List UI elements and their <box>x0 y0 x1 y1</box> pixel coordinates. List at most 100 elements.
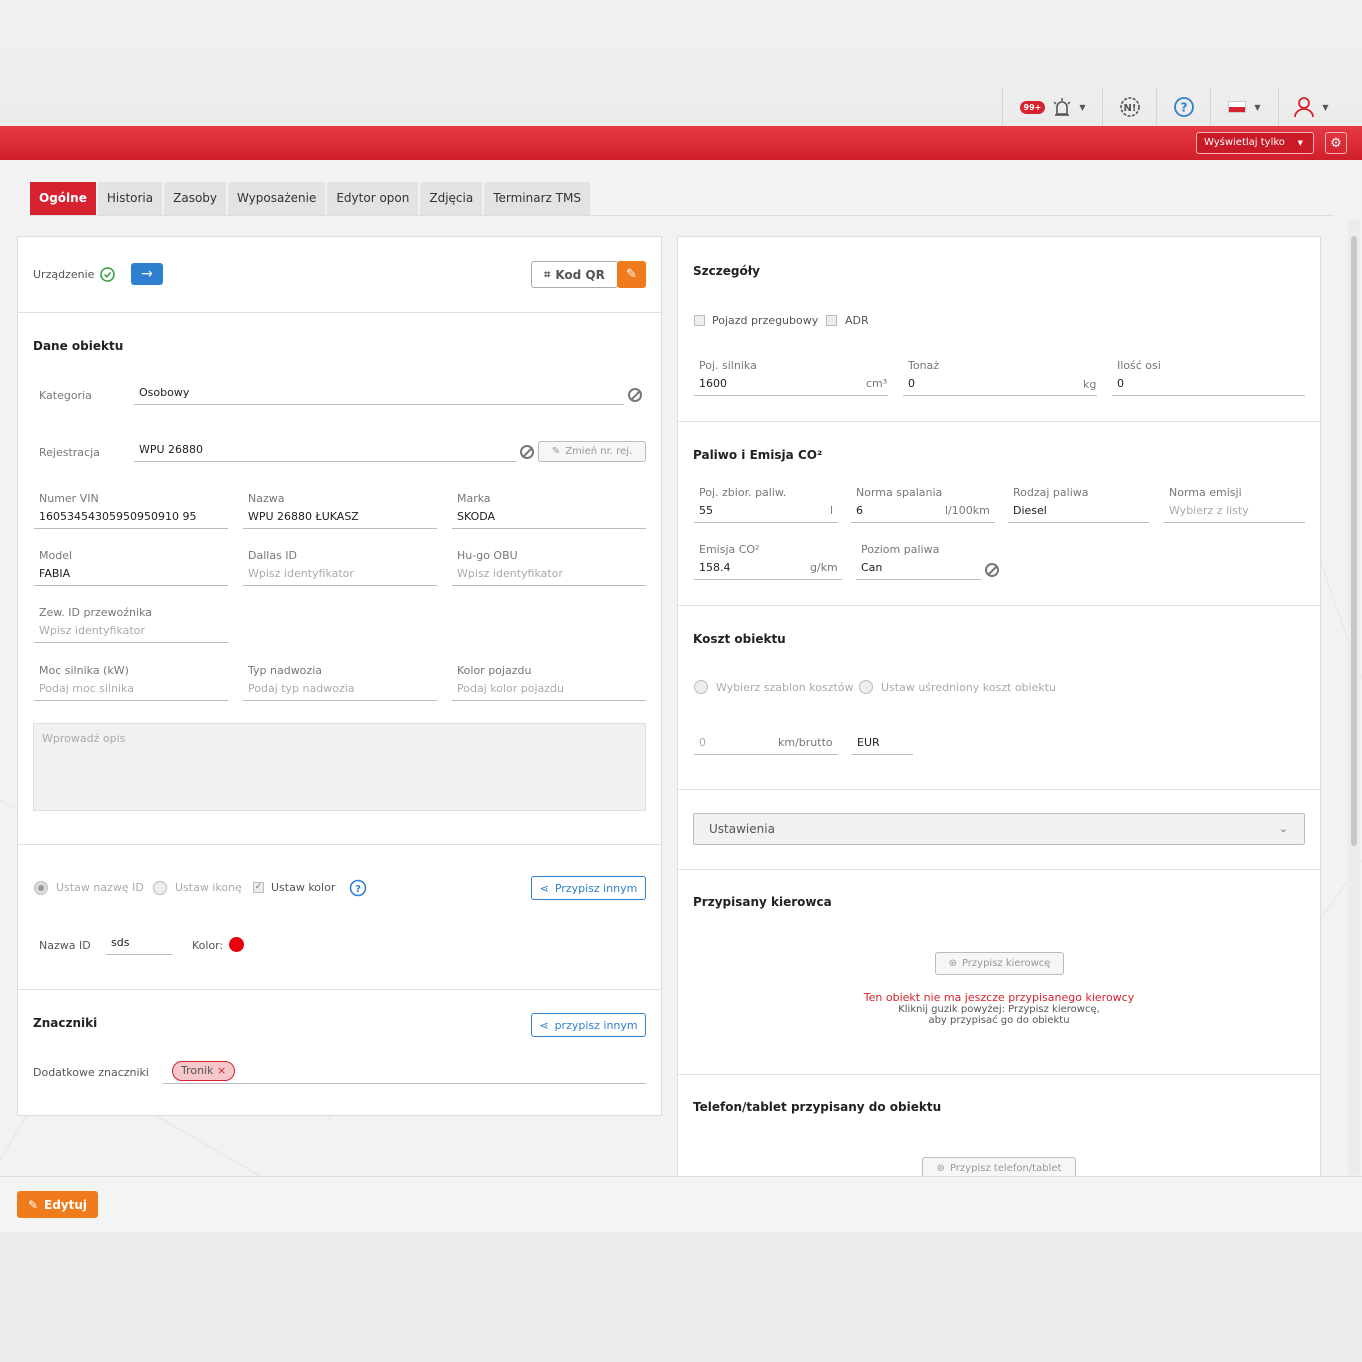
top-icons: 99+ ▼ N! ? ▼ ▼ <box>1002 88 1344 126</box>
assign-phone-button[interactable]: ⊛ Przypisz telefon/tablet <box>922 1157 1076 1176</box>
tab-divider <box>30 215 1334 216</box>
alarm-menu[interactable]: 99+ ▼ <box>1002 88 1102 126</box>
body-field[interactable]: Podaj typ nadwozia <box>243 679 437 701</box>
settings-label: Ustawienia <box>709 822 775 836</box>
edit-device-button[interactable]: ✎ <box>617 261 646 288</box>
main-content: Ogólne Historia Zasoby Wyposażenie Edyto… <box>0 160 1362 1176</box>
ext-id-field[interactable]: Wpisz identyfikator <box>34 621 228 643</box>
set-icon-radio[interactable] <box>153 881 167 895</box>
fuel-level-select[interactable]: Can <box>856 558 981 580</box>
set-color-label: Ustaw kolor <box>271 881 336 894</box>
tab-general[interactable]: Ogólne <box>30 182 96 215</box>
tab-photos[interactable]: Zdjęcia <box>420 182 483 215</box>
divider <box>678 605 1320 606</box>
object-data-panel: Urządzenie → ⌗ Kod QR ✎ Dane obiektu Kat… <box>17 236 662 1116</box>
fuel-type-label: Rodzaj paliwa <box>1013 486 1089 499</box>
tags-title: Znaczniki <box>33 1016 98 1030</box>
model-field[interactable]: FABIA <box>34 564 228 586</box>
divider <box>18 312 661 313</box>
description-textarea[interactable]: Wprowadź opis <box>33 723 646 811</box>
cost-average-radio[interactable] <box>859 680 873 694</box>
currency-select[interactable]: EUR <box>852 733 913 755</box>
tab-history[interactable]: Historia <box>97 182 163 215</box>
tag-label: Tronik <box>181 1064 214 1077</box>
assign-other-button[interactable]: ⋖ Przypisz innym <box>531 876 646 900</box>
tab-tms-schedule[interactable]: Terminarz TMS <box>484 182 590 215</box>
cost-value: 0 <box>699 736 706 749</box>
help-button[interactable]: ? <box>1156 88 1210 126</box>
brand-field[interactable]: SKODA <box>452 507 646 529</box>
assign-driver-button[interactable]: ⊛ Przypisz kierowcę <box>935 952 1064 975</box>
axles-field[interactable]: 0 <box>1112 374 1305 396</box>
dallas-field[interactable]: Wpisz identyfikator <box>243 564 437 586</box>
share-icon: ⋖ <box>539 1018 549 1032</box>
emission-norm-select[interactable]: Wybierz z listy <box>1164 501 1305 523</box>
user-menu[interactable]: ▼ <box>1278 88 1344 126</box>
set-color-checkbox[interactable]: ✓ <box>253 882 264 893</box>
tab-resources[interactable]: Zasoby <box>164 182 227 215</box>
tab-equipment[interactable]: Wyposażenie <box>228 182 326 215</box>
gear-icon: ⚙ <box>1330 135 1342 151</box>
set-icon-label: Ustaw ikonę <box>175 881 242 894</box>
set-name-id-label: Ustaw nazwę ID <box>56 881 144 894</box>
svg-text:?: ? <box>355 884 361 895</box>
alerts-badge: 99+ <box>1019 100 1046 114</box>
notification-button[interactable]: N! <box>1102 88 1156 126</box>
cost-template-radio[interactable] <box>694 680 708 694</box>
name-id-field[interactable]: sds <box>106 933 172 955</box>
divider <box>678 1074 1320 1075</box>
tag-chip: Tronik × <box>172 1061 236 1081</box>
cost-title: Koszt obiektu <box>693 632 786 646</box>
registration-field[interactable]: WPU 26880 <box>134 440 516 462</box>
settings-button[interactable]: ⚙ <box>1325 132 1347 154</box>
hugo-placeholder: Wpisz identyfikator <box>457 567 563 580</box>
qr-code-button[interactable]: ⌗ Kod QR <box>531 261 618 288</box>
tab-tire-editor[interactable]: Edytor opon <box>327 182 419 215</box>
vin-field[interactable]: 16053454305950950910 95 <box>34 507 228 529</box>
cost-template-label: Wybierz szablon kosztów <box>716 681 854 694</box>
name-field[interactable]: WPU 26880 ŁUKASZ <box>243 507 437 529</box>
cost-average-label: Ustaw uśredniony koszt obiektu <box>881 681 1057 694</box>
check-circle-icon <box>100 267 115 282</box>
category-select[interactable]: Osobowy <box>134 383 624 405</box>
language-menu[interactable]: ▼ <box>1210 88 1278 126</box>
clear-category-icon[interactable] <box>628 388 642 402</box>
tags-field[interactable]: Tronik × <box>163 1059 646 1084</box>
scrollbar-thumb[interactable] <box>1351 236 1357 846</box>
divider <box>18 989 661 990</box>
color-field[interactable]: Podaj kolor pojazdu <box>452 679 646 701</box>
svg-text:?: ? <box>1180 101 1187 115</box>
settings-dropdown[interactable]: Ustawienia ⌄ <box>693 813 1305 845</box>
edit-button[interactable]: ✎ Edytuj <box>17 1191 98 1218</box>
qr-code-icon: ⌗ <box>544 267 551 281</box>
alarm-icon <box>1053 98 1071 116</box>
display-only-dropdown[interactable]: Wyświetlaj tylko ▼ <box>1196 132 1314 154</box>
set-name-id-radio[interactable] <box>34 881 48 895</box>
tags-assign-button[interactable]: ⋖ przypisz innym <box>531 1013 646 1037</box>
tank-field[interactable]: 55 <box>694 501 838 523</box>
clear-registration-icon[interactable] <box>520 445 534 459</box>
color-swatch[interactable] <box>229 937 244 952</box>
divider <box>678 789 1320 790</box>
change-registration-button[interactable]: ✎ Zmień nr. rej. <box>538 441 646 462</box>
adr-checkbox[interactable] <box>826 315 837 326</box>
name-value: WPU 26880 ŁUKASZ <box>248 510 359 523</box>
tonnage-field[interactable]: 0 <box>903 374 1097 396</box>
scrollbar[interactable] <box>1348 220 1360 1175</box>
device-link-button[interactable]: → <box>131 263 163 285</box>
consumption-label: Norma spalania <box>856 486 943 499</box>
clear-fuel-level-icon[interactable] <box>985 563 999 577</box>
hugo-field[interactable]: Wpisz identyfikator <box>452 564 646 586</box>
bottom-bar <box>0 1176 1362 1232</box>
help-icon[interactable]: ? <box>349 879 367 897</box>
name-label: Nazwa <box>248 492 285 505</box>
power-field[interactable]: Podaj moc silnika <box>34 679 228 701</box>
articulated-checkbox[interactable] <box>694 315 705 326</box>
share-icon: ⋖ <box>539 881 549 895</box>
close-icon[interactable]: × <box>217 1064 226 1077</box>
vin-label: Numer VIN <box>39 492 99 505</box>
engine-field[interactable]: 1600 <box>694 374 888 396</box>
body-label: Typ nadwozia <box>248 664 322 677</box>
co2-unit: g/km <box>810 561 838 574</box>
fuel-type-select[interactable]: Diesel <box>1008 501 1149 523</box>
